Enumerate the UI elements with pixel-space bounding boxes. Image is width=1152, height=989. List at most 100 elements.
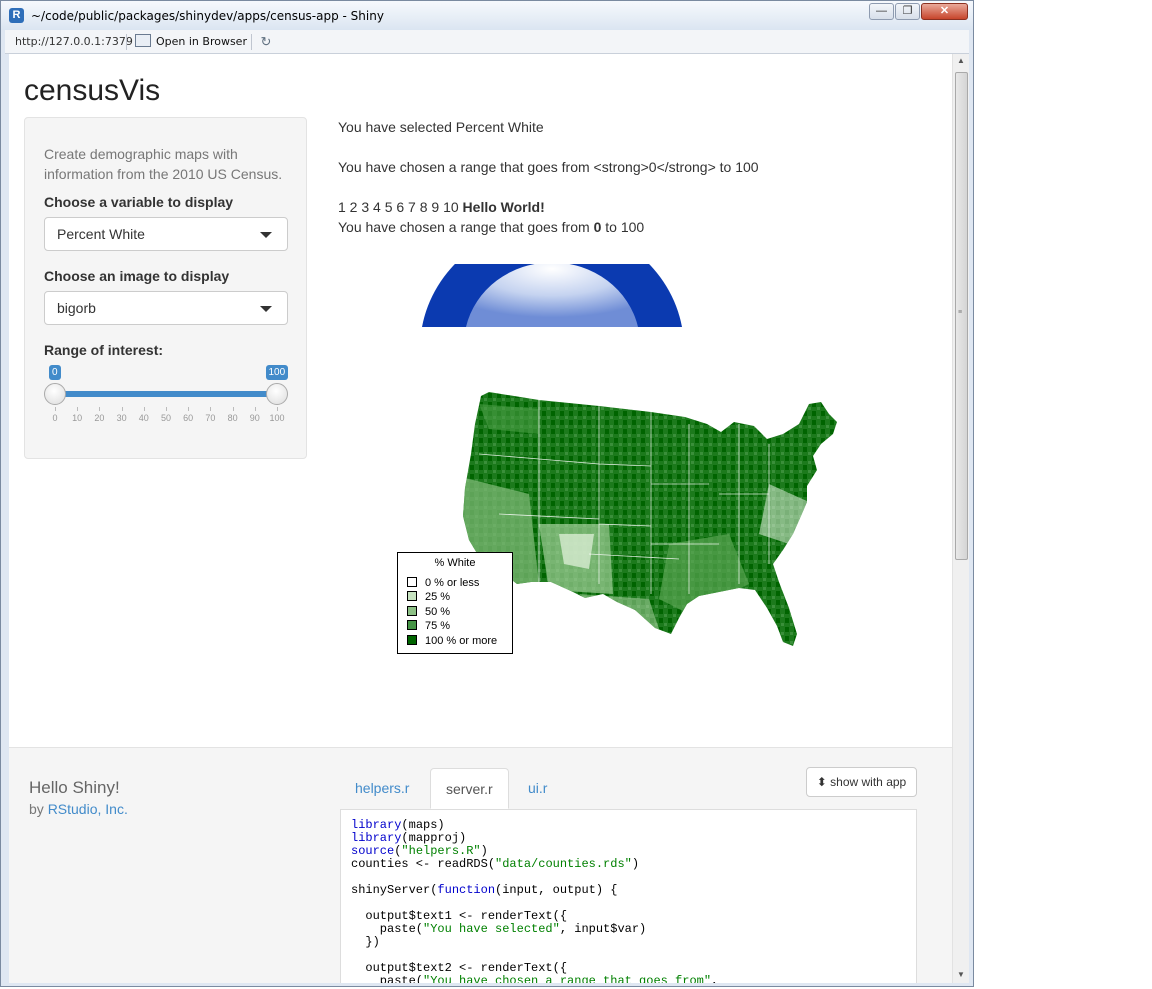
range-low-value: 0 (593, 219, 602, 235)
range-prefix: You have chosen a range that goes from (338, 219, 590, 235)
slider-tick (166, 407, 167, 411)
range-label: Range of interest: (44, 342, 164, 358)
slider-tick (55, 407, 56, 411)
slider-tick (277, 407, 278, 411)
page-title: censusVis (24, 74, 161, 107)
vertical-scrollbar[interactable]: ▲ ≡ ▼ (952, 54, 969, 983)
slider-tick-label: 80 (227, 413, 238, 423)
app-viewport: censusVis Create demographic maps with i… (9, 54, 952, 983)
app-window: R ~/code/public/packages/shinydev/apps/c… (0, 0, 974, 987)
scroll-thumb[interactable]: ≡ (955, 72, 968, 560)
r-logo-icon: R (9, 8, 24, 23)
author-link[interactable]: RStudio, Inc. (48, 801, 128, 817)
legend-swatch (407, 591, 417, 601)
bigorb-image (422, 264, 682, 327)
show-with-app-button[interactable]: ⬍ show with app (806, 767, 917, 797)
legend-swatch (407, 635, 417, 645)
minimize-button[interactable]: — (869, 3, 894, 20)
scroll-up-icon[interactable]: ▲ (953, 56, 969, 65)
map-legend: % White 0 % or less 25 % 50 % 75 % 100 %… (397, 552, 513, 654)
browser-icon (135, 34, 151, 47)
slider-min-badge: 0 (49, 365, 61, 380)
byline-prefix: by (29, 801, 44, 817)
slider-tick-label: 50 (160, 413, 171, 423)
numbers-output: 1 2 3 4 5 6 7 8 9 10 Hello World! (338, 199, 545, 215)
code-content: library(maps) library(mapproj) source("h… (351, 818, 719, 984)
chevron-down-icon (260, 306, 272, 312)
open-in-browser-button[interactable]: Open in Browser (135, 33, 247, 51)
text-output-2: You have chosen a range that goes from <… (338, 159, 759, 175)
slider-tick-label: 20 (94, 413, 105, 423)
slider-tick-label: 100 (269, 413, 285, 423)
window-title: ~/code/public/packages/shinydev/apps/cen… (31, 9, 384, 23)
image-label: Choose an image to display (44, 268, 230, 284)
viewer-toolbar: http://127.0.0.1:7379 Open in Browser ↻ (5, 30, 969, 54)
sidebar-panel: Create demographic maps with information… (24, 117, 307, 459)
title-bar[interactable]: R ~/code/public/packages/shinydev/apps/c… (1, 1, 973, 30)
slider-tick-label: 30 (116, 413, 127, 423)
legend-item: 100 % or more (407, 634, 497, 648)
slider-tick (77, 407, 79, 411)
range-suffix: to 100 (605, 219, 645, 235)
legend-item: 0 % or less (407, 576, 479, 590)
slider-handle-min[interactable] (44, 383, 66, 405)
text-output-1: You have selected Percent White (338, 119, 544, 135)
url-display: http://127.0.0.1:7379 (15, 35, 133, 48)
orb-icon (422, 264, 682, 327)
legend-item-label: 50 % (425, 606, 451, 618)
legend-item-label: 0 % or less (425, 577, 480, 589)
toolbar-divider (251, 34, 252, 50)
slider-max-badge: 100 (265, 365, 289, 380)
legend-item: 50 % (407, 605, 450, 619)
slider-tick-label: 60 (183, 413, 194, 423)
legend-swatch (407, 577, 417, 587)
up-arrow-icon: ⬍ (816, 775, 827, 789)
slider-handle-max[interactable] (266, 383, 288, 405)
legend-item-label: 75 % (425, 620, 451, 632)
show-with-app-label: show with app (830, 775, 907, 789)
image-select-value: bigorb (57, 300, 96, 316)
toolbar-divider (126, 34, 127, 50)
slider-tick-label: 90 (249, 413, 260, 423)
image-select[interactable]: bigorb (44, 291, 288, 325)
legend-swatch (407, 606, 417, 616)
legend-item: 75 % (407, 619, 450, 633)
scroll-down-icon[interactable]: ▼ (953, 970, 969, 979)
code-viewer[interactable]: library(maps) library(mapproj) source("h… (340, 809, 917, 983)
slider-tick (99, 407, 101, 411)
variable-select-value: Percent White (57, 226, 145, 242)
open-in-browser-label: Open in Browser (156, 35, 247, 48)
slider-tick (188, 407, 190, 411)
legend-item-label: 100 % or more (425, 635, 498, 647)
reload-icon[interactable]: ↻ (258, 34, 274, 50)
slider-track[interactable] (55, 391, 277, 397)
range-output: You have chosen a range that goes from 0… (338, 219, 644, 235)
slider-tick-label: 0 (52, 413, 58, 423)
legend-item: 25 % (407, 590, 450, 604)
slider-tick (232, 407, 234, 411)
slider-tick-label: 70 (205, 413, 216, 423)
variable-label: Choose a variable to display (44, 194, 234, 210)
showcase-panel: Hello Shiny! by RStudio, Inc. helpers.r … (9, 747, 952, 983)
close-button[interactable]: ✕ (921, 3, 968, 20)
slider-tick (254, 407, 256, 411)
hello-world-text: Hello World! (462, 199, 545, 215)
slider-tick-label: 40 (138, 413, 149, 423)
tab-helpers-r[interactable]: helpers.r (340, 768, 424, 809)
slider-tick (210, 407, 212, 411)
tab-server-r[interactable]: server.r (430, 768, 509, 809)
tab-ui-r[interactable]: ui.r (513, 768, 562, 809)
legend-title: % White (434, 557, 476, 569)
numbers-text: 1 2 3 4 5 6 7 8 9 10 (338, 199, 459, 215)
legend-item-label: 25 % (425, 591, 451, 603)
maximize-button[interactable]: ❐ (895, 3, 920, 20)
variable-select[interactable]: Percent White (44, 217, 288, 251)
slider-tick (121, 407, 123, 411)
grip-icon: ≡ (958, 309, 963, 316)
slider-tick-label: 10 (72, 413, 83, 423)
legend-swatch (407, 620, 417, 630)
chevron-down-icon (260, 232, 272, 238)
help-text: Create demographic maps with information… (44, 146, 283, 182)
showcase-title: Hello Shiny! (29, 778, 120, 797)
range-slider[interactable]: 0 100 0 10 20 30 40 50 60 70 80 90 100 (44, 363, 294, 423)
